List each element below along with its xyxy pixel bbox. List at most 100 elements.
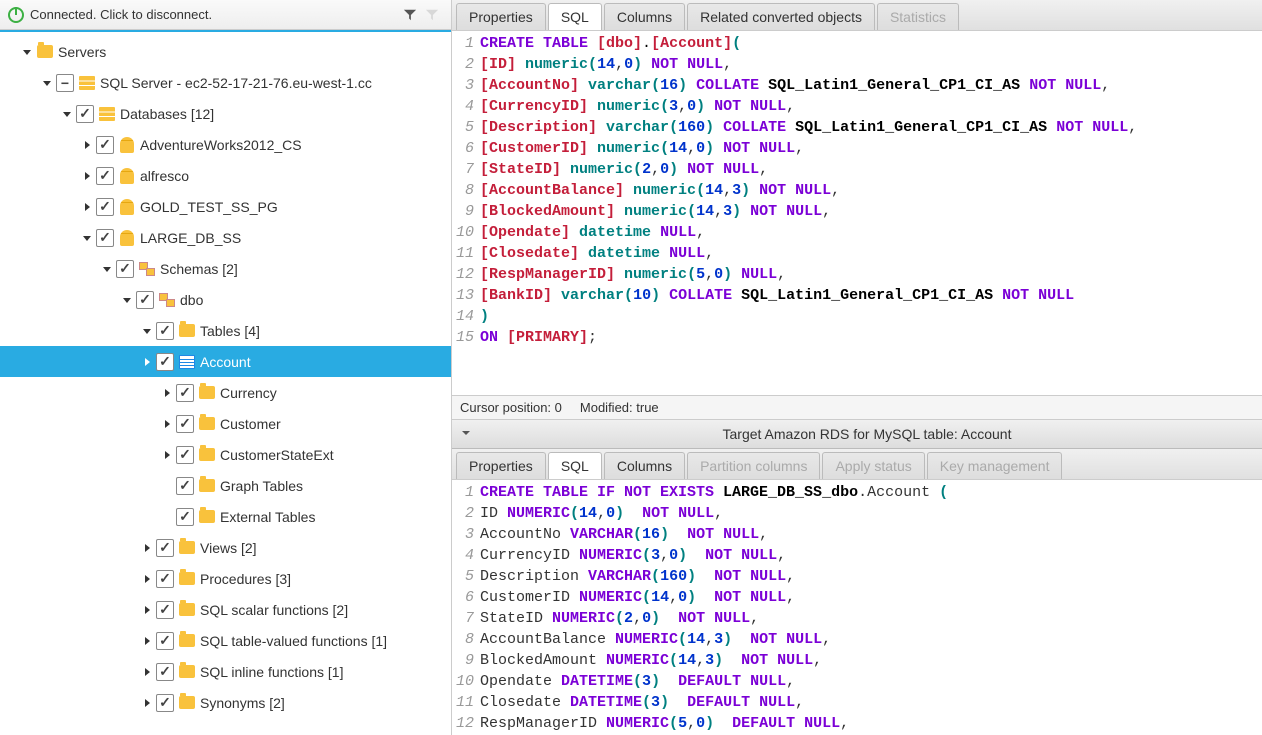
checkbox[interactable] <box>156 570 174 588</box>
tree-row[interactable]: CustomerStateExt <box>0 439 451 470</box>
top-tabs: PropertiesSQLColumnsRelated converted ob… <box>452 0 1262 31</box>
tree-row[interactable]: Schemas [2] <box>0 253 451 284</box>
code-line: 10[Opendate] datetime NULL, <box>452 222 1262 243</box>
line-number: 14 <box>452 306 480 327</box>
tree-icon <box>98 105 116 123</box>
checkbox[interactable] <box>96 136 114 154</box>
checkbox[interactable] <box>56 74 74 92</box>
tree-row[interactable]: External Tables <box>0 501 451 532</box>
tree-row[interactable]: SQL scalar functions [2] <box>0 594 451 625</box>
checkbox[interactable] <box>156 539 174 557</box>
tree-row[interactable]: dbo <box>0 284 451 315</box>
tree-row[interactable]: SQL inline functions [1] <box>0 656 451 687</box>
tree-row[interactable]: Customer <box>0 408 451 439</box>
code-line: 5[Description] varchar(160) COLLATE SQL_… <box>452 117 1262 138</box>
checkbox[interactable] <box>96 167 114 185</box>
tab[interactable]: Columns <box>604 452 685 479</box>
expand-arrow-icon[interactable] <box>20 45 34 59</box>
expand-arrow-icon[interactable] <box>80 200 94 214</box>
tree-row[interactable]: Synonyms [2] <box>0 687 451 718</box>
tree-row[interactable]: alfresco <box>0 160 451 191</box>
checkbox[interactable] <box>176 384 194 402</box>
checkbox[interactable] <box>176 477 194 495</box>
tree-row[interactable]: Views [2] <box>0 532 451 563</box>
checkbox[interactable] <box>156 322 174 340</box>
checkbox[interactable] <box>156 694 174 712</box>
expand-arrow-icon[interactable] <box>160 510 174 524</box>
checkbox[interactable] <box>76 105 94 123</box>
target-sql-editor[interactable]: 1CREATE TABLE IF NOT EXISTS LARGE_DB_SS_… <box>452 480 1262 735</box>
target-panel-title: Target Amazon RDS for MySQL table: Accou… <box>480 426 1254 442</box>
expand-arrow-icon[interactable] <box>160 448 174 462</box>
expand-arrow-icon[interactable] <box>80 138 94 152</box>
folder-icon <box>179 541 195 554</box>
expand-arrow-icon[interactable] <box>120 293 134 307</box>
tree-row[interactable]: SQL table-valued functions [1] <box>0 625 451 656</box>
db-icon <box>120 137 134 153</box>
tree-row[interactable]: LARGE_DB_SS <box>0 222 451 253</box>
tree-icon <box>118 136 136 154</box>
checkbox[interactable] <box>116 260 134 278</box>
checkbox[interactable] <box>176 415 194 433</box>
filter-icon[interactable] <box>403 8 417 22</box>
expand-arrow-icon[interactable] <box>140 634 154 648</box>
code-line: 3AccountNo VARCHAR(16) NOT NULL, <box>452 524 1262 545</box>
expand-arrow-icon[interactable] <box>160 417 174 431</box>
connection-header[interactable]: Connected. Click to disconnect. <box>0 0 451 30</box>
checkbox[interactable] <box>156 632 174 650</box>
expand-arrow-icon[interactable] <box>140 355 154 369</box>
tree-label: Procedures [3] <box>200 571 291 587</box>
checkbox[interactable] <box>176 446 194 464</box>
checkbox[interactable] <box>136 291 154 309</box>
checkbox[interactable] <box>156 353 174 371</box>
expand-arrow-icon[interactable] <box>140 696 154 710</box>
editor-status-bar: Cursor position: 0 Modified: true <box>452 395 1262 420</box>
line-number: 8 <box>452 629 480 650</box>
expand-arrow-icon[interactable] <box>80 231 94 245</box>
tree-row[interactable]: Currency <box>0 377 451 408</box>
checkbox[interactable] <box>96 198 114 216</box>
tree-row[interactable]: Account <box>0 346 451 377</box>
tab[interactable]: SQL <box>548 452 602 479</box>
tree-icon <box>178 601 196 619</box>
expand-arrow-icon[interactable] <box>100 262 114 276</box>
target-panel-header[interactable]: Target Amazon RDS for MySQL table: Accou… <box>452 420 1262 449</box>
checkbox[interactable] <box>176 508 194 526</box>
checkbox[interactable] <box>156 601 174 619</box>
bottom-tabs: PropertiesSQLColumnsPartition columnsApp… <box>452 449 1262 480</box>
tree-icon <box>178 663 196 681</box>
tree-row[interactable]: Graph Tables <box>0 470 451 501</box>
tab[interactable]: Properties <box>456 452 546 479</box>
tab[interactable]: Related converted objects <box>687 3 875 30</box>
expand-arrow-icon[interactable] <box>140 572 154 586</box>
expand-arrow-icon[interactable] <box>80 169 94 183</box>
tab[interactable]: Columns <box>604 3 685 30</box>
code-content: [ID] numeric(14,0) NOT NULL, <box>480 54 732 75</box>
object-tree[interactable]: Servers SQL Server - ec2-52-17-21-76.eu-w… <box>0 30 451 735</box>
tab[interactable]: SQL <box>548 3 602 30</box>
expand-arrow-icon[interactable] <box>60 107 74 121</box>
expand-arrow-icon[interactable] <box>40 76 54 90</box>
checkbox[interactable] <box>96 229 114 247</box>
code-line: 8[AccountBalance] numeric(14,3) NOT NULL… <box>452 180 1262 201</box>
expand-arrow-icon[interactable] <box>160 386 174 400</box>
tree-row[interactable]: AdventureWorks2012_CS <box>0 129 451 160</box>
tab[interactable]: Properties <box>456 3 546 30</box>
tree-row[interactable]: GOLD_TEST_SS_PG <box>0 191 451 222</box>
tree-row[interactable]: Procedures [3] <box>0 563 451 594</box>
checkbox[interactable] <box>156 663 174 681</box>
expand-arrow-icon[interactable] <box>140 324 154 338</box>
tree-row[interactable]: Servers <box>0 36 451 67</box>
expand-arrow-icon[interactable] <box>160 479 174 493</box>
source-sql-editor[interactable]: 1CREATE TABLE [dbo].[Account](2[ID] nume… <box>452 31 1262 395</box>
tree-row[interactable]: SQL Server - ec2-52-17-21-76.eu-west-1.c… <box>0 67 451 98</box>
expand-arrow-icon[interactable] <box>140 541 154 555</box>
tree-row[interactable]: Databases [12] <box>0 98 451 129</box>
tree-label: Servers <box>58 44 106 60</box>
expand-arrow-icon[interactable] <box>140 665 154 679</box>
expand-arrow-icon[interactable] <box>140 603 154 617</box>
tree-icon <box>178 632 196 650</box>
filter-clear-icon[interactable] <box>425 8 439 22</box>
code-content: [BankID] varchar(10) COLLATE SQL_Latin1_… <box>480 285 1074 306</box>
tree-row[interactable]: Tables [4] <box>0 315 451 346</box>
